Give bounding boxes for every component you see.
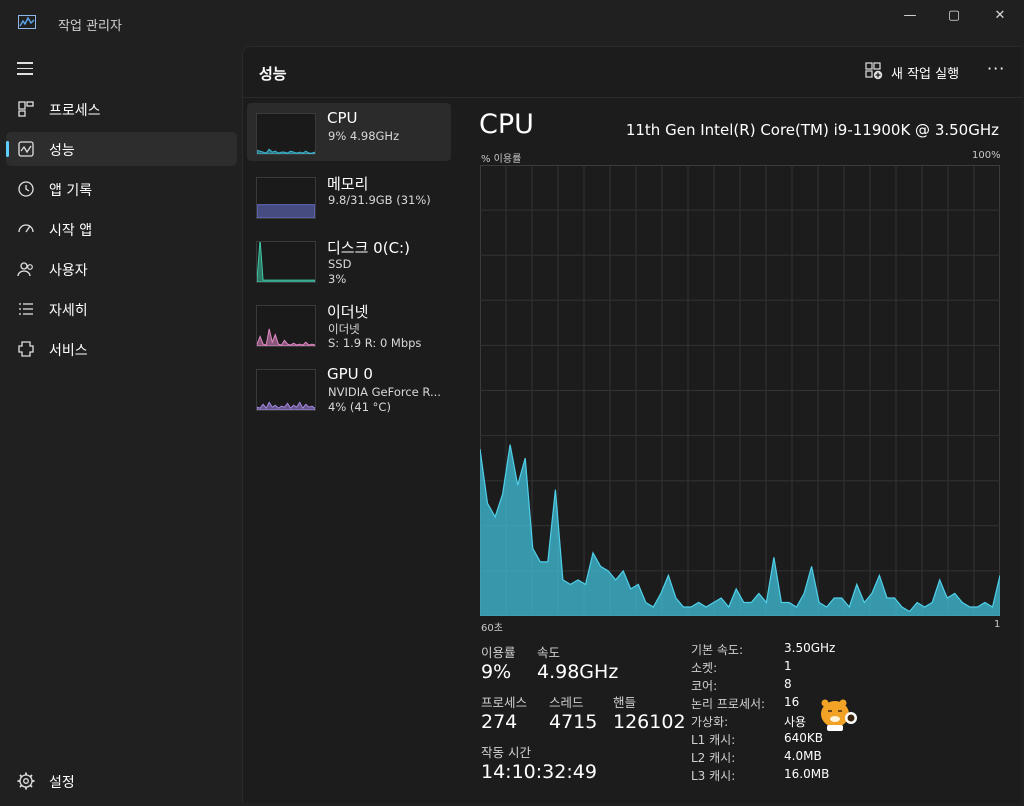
graph-y-max: 100% bbox=[972, 150, 1001, 161]
device-item[interactable]: CPU 9% 4.98GHz bbox=[247, 103, 451, 161]
sidebar-item-label: 시작 앱 bbox=[49, 223, 93, 239]
device-detail: 4% (41 °C) bbox=[328, 400, 391, 414]
spec-value: 16.0MB bbox=[784, 767, 830, 781]
device-item[interactable]: 메모리 9.8/31.9GB (31%) bbox=[247, 167, 451, 225]
sidebar-item-label: 서비스 bbox=[49, 343, 88, 359]
spec-value: 사용 bbox=[784, 715, 807, 729]
device-detail: 이더넷 bbox=[328, 322, 360, 336]
sidebar-item-label: 사용자 bbox=[49, 263, 88, 279]
device-title: CPU bbox=[327, 109, 358, 127]
graph-time-right: 1 bbox=[994, 619, 1001, 630]
handles-value: 126102 bbox=[613, 711, 686, 733]
speed-value: 4.98GHz bbox=[537, 661, 619, 683]
sidebar-item-performance[interactable]: 성능 bbox=[6, 132, 237, 166]
spec-key: L3 캐시: bbox=[691, 769, 736, 783]
device-item[interactable]: 이더넷 이더넷 S: 1.9 R: 0 Mbps bbox=[247, 295, 451, 353]
device-thumbnail-graph bbox=[256, 113, 316, 155]
speed-label: 속도 bbox=[537, 645, 561, 660]
threads-value: 4715 bbox=[549, 711, 598, 733]
device-title: 메모리 bbox=[327, 175, 369, 193]
processes-label: 프로세스 bbox=[481, 695, 528, 710]
device-detail: 9.8/31.9GB (31%) bbox=[328, 193, 431, 207]
sidebar-item-users[interactable]: 사용자 bbox=[6, 252, 237, 286]
spec-key: 가상화: bbox=[691, 715, 729, 729]
app-history-icon bbox=[18, 181, 34, 197]
cpu-model: 11th Gen Intel(R) Core(TM) i9-11900K @ 3… bbox=[625, 121, 999, 139]
device-item[interactable]: 디스크 0(C:) SSD 3% bbox=[247, 231, 451, 289]
minimize-button[interactable]: — bbox=[887, 6, 933, 28]
device-detail: 3% bbox=[328, 272, 347, 286]
detail-heading: CPU bbox=[479, 109, 534, 140]
device-title: 디스크 0(C:) bbox=[327, 239, 410, 257]
spec-value: 4.0MB bbox=[784, 749, 822, 763]
spec-key: 기본 속도: bbox=[691, 643, 744, 657]
device-detail: NVIDIA GeForce R... bbox=[328, 385, 441, 399]
handles-label: 핸들 bbox=[613, 695, 637, 710]
mascot-sticker-icon bbox=[821, 699, 857, 731]
uptime-label: 작동 시간 bbox=[481, 745, 531, 760]
spec-key: 논리 프로세서: bbox=[691, 697, 766, 711]
spec-value: 8 bbox=[784, 677, 792, 691]
sidebar-item-settings[interactable]: 설정 bbox=[6, 764, 237, 798]
device-thumbnail-graph bbox=[256, 241, 316, 283]
device-detail: SSD bbox=[328, 257, 352, 271]
window-title: 작업 관리자 bbox=[58, 19, 122, 34]
main-panel: 성능 새 작업 실행 ··· CPU 9% 4.98GHz 메모리 9.8/31.9G… bbox=[242, 46, 1022, 803]
uptime-value: 14:10:32:49 bbox=[481, 761, 597, 783]
graph-y-label: % 이용률 bbox=[481, 154, 522, 165]
spec-key: 소켓: bbox=[691, 661, 718, 675]
services-icon bbox=[18, 341, 34, 357]
device-detail: 9% 4.98GHz bbox=[328, 129, 400, 143]
sidebar-item-label: 앱 기록 bbox=[49, 183, 93, 199]
header-divider bbox=[243, 97, 1022, 98]
hamburger-menu-icon[interactable] bbox=[17, 62, 33, 76]
processes-value: 274 bbox=[481, 711, 518, 733]
maximize-button[interactable]: ▢ bbox=[931, 6, 977, 28]
cpu-utilization-graph bbox=[480, 165, 1000, 616]
gear-icon bbox=[17, 772, 35, 790]
sidebar-item-label: 자세히 bbox=[49, 303, 88, 319]
device-thumbnail-graph bbox=[256, 369, 316, 411]
sidebar-item-label: 프로세스 bbox=[49, 103, 101, 119]
startup-apps-icon bbox=[18, 224, 34, 233]
sidebar-item-startup-apps[interactable]: 시작 앱 bbox=[6, 212, 237, 246]
device-detail: S: 1.9 R: 0 Mbps bbox=[328, 336, 422, 350]
sidebar-item-services[interactable]: 서비스 bbox=[6, 332, 237, 366]
users-icon bbox=[17, 262, 33, 277]
details-icon bbox=[19, 303, 33, 315]
new-task-label: 새 작업 실행 bbox=[891, 67, 960, 82]
device-title: 이더넷 bbox=[327, 303, 369, 321]
device-thumbnail-graph bbox=[256, 305, 316, 347]
settings-label: 설정 bbox=[49, 775, 75, 791]
device-item[interactable]: GPU 0 NVIDIA GeForce R... 4% (41 °C) bbox=[247, 359, 451, 417]
new-task-icon bbox=[865, 62, 883, 80]
spec-value: 16 bbox=[784, 695, 800, 709]
spec-value: 3.50GHz bbox=[784, 641, 836, 655]
utilization-value: 9% bbox=[481, 661, 512, 683]
utilization-label: 이용률 bbox=[481, 645, 516, 660]
device-title: GPU 0 bbox=[327, 365, 373, 383]
task-manager-app-icon bbox=[18, 15, 36, 29]
device-thumbnail-graph bbox=[256, 177, 316, 219]
more-options-button[interactable]: ··· bbox=[987, 59, 1005, 78]
sidebar-item-details[interactable]: 자세히 bbox=[6, 292, 237, 326]
sidebar-item-app-history[interactable]: 앱 기록 bbox=[6, 172, 237, 206]
performance-icon bbox=[18, 141, 34, 157]
spec-key: L1 캐시: bbox=[691, 733, 736, 747]
active-indicator bbox=[6, 141, 9, 157]
sidebar-item-label: 성능 bbox=[49, 143, 75, 159]
close-button[interactable]: ✕ bbox=[977, 6, 1023, 28]
sidebar-item-processes[interactable]: 프로세스 bbox=[6, 92, 237, 126]
processes-icon bbox=[18, 101, 34, 117]
spec-key: L2 캐시: bbox=[691, 751, 736, 765]
graph-time-left: 60초 bbox=[481, 623, 503, 634]
page-title: 성능 bbox=[259, 65, 287, 83]
spec-value: 640KB bbox=[784, 731, 824, 745]
spec-key: 코어: bbox=[691, 679, 718, 693]
threads-label: 스레드 bbox=[549, 695, 584, 710]
title-bar: 작업 관리자 — ▢ ✕ bbox=[0, 0, 1024, 46]
spec-value: 1 bbox=[784, 659, 792, 673]
